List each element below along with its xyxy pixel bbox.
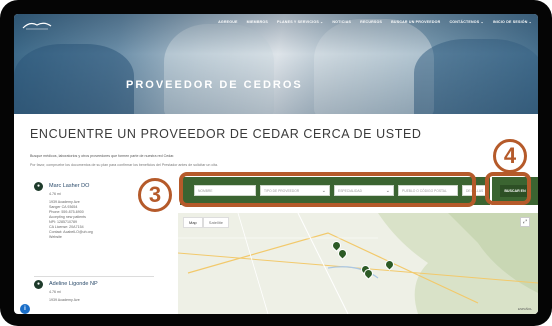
device-frame: AGREGUE MIEMBROS PLANES Y SERVICIOS ⌄ NO… <box>0 0 552 326</box>
provider-accepting: Accepting new patients <box>49 215 86 219</box>
nav-item-recursos[interactable]: RECURSOS <box>360 20 382 24</box>
provider-license: CA License: 20A7154 <box>49 225 84 229</box>
annotation-highlight-search-fields <box>179 172 476 207</box>
map-type-tabs: Map Satellite <box>183 217 230 228</box>
nav-item-inicio-sesion[interactable]: INICIO DE SESIÓN ⌄ <box>493 20 532 24</box>
provider-address: 1939 Academy Ave <box>49 200 80 204</box>
location-pin-icon: ● <box>34 182 43 191</box>
nav-item-contactenos[interactable]: CONTÁCTENOS ⌄ <box>449 20 483 24</box>
tab-map[interactable]: Map <box>183 217 203 228</box>
provider-phone[interactable]: Phone: 559-875-6900 <box>49 210 84 214</box>
provider-address: 1939 Academy Ave <box>49 298 80 302</box>
page-heading: ENCUENTRE UN PROVEEDOR DE CEDAR CERCA DE… <box>30 127 422 141</box>
site-logo-icon[interactable] <box>22 20 52 30</box>
intro-text: Busque médicos, laboratorios y otros pro… <box>30 154 175 158</box>
provider-distance: 4.76 mi <box>49 290 61 294</box>
provider-distance: 4.76 mi <box>49 192 61 196</box>
nav-item-agregue[interactable]: AGREGUE <box>218 20 238 24</box>
provider-website-link[interactable]: Website <box>49 235 62 239</box>
annotation-badge-3: 3 <box>138 178 172 212</box>
hero-overlay <box>14 14 538 114</box>
nav-item-buscar-proveedor[interactable]: BUSCAR UN PROVEEDOR <box>391 20 440 24</box>
provider-contact[interactable]: Contact: AcabelLO@uh.org <box>49 230 93 234</box>
nav-item-noticias[interactable]: NOTICIAS <box>332 20 351 24</box>
annotation-highlight-search-button <box>485 172 531 205</box>
list-divider <box>34 276 154 277</box>
nav-item-planes[interactable]: PLANES Y SERVICIOS ⌄ <box>277 20 323 24</box>
provider-city: Sanger CA 93654 <box>49 205 78 209</box>
provider-name[interactable]: Marc Lasher DO <box>49 183 89 189</box>
hero-banner: AGREGUE MIEMBROS PLANES Y SERVICIOS ⌄ NO… <box>14 14 538 114</box>
nav-item-miembros[interactable]: MIEMBROS <box>247 20 268 24</box>
fullscreen-icon[interactable]: ⤢ <box>520 217 530 227</box>
location-pin-icon: ● <box>34 280 43 289</box>
tab-satellite[interactable]: Satellite <box>202 217 230 228</box>
provider-npi: NPI: 1285710789 <box>49 220 77 224</box>
plan-note-text: Por favor, compruebe los documentos de s… <box>30 163 218 167</box>
main-nav: AGREGUE MIEMBROS PLANES Y SERVICIOS ⌄ NO… <box>218 20 532 24</box>
map-language-label[interactable]: ESPAÑOL <box>518 307 532 311</box>
annotation-badge-4: 4 <box>493 139 527 173</box>
provider-map[interactable]: Map Satellite ⤢ ESPAÑOL <box>178 213 538 314</box>
hero-title: PROVEEDOR DE CEDROS <box>126 79 303 91</box>
accessibility-help-icon[interactable]: i <box>20 304 30 314</box>
browser-screen: AGREGUE MIEMBROS PLANES Y SERVICIOS ⌄ NO… <box>14 14 538 314</box>
map-terrain <box>178 213 538 314</box>
provider-name[interactable]: Adeline Ligonde NP <box>49 281 98 287</box>
